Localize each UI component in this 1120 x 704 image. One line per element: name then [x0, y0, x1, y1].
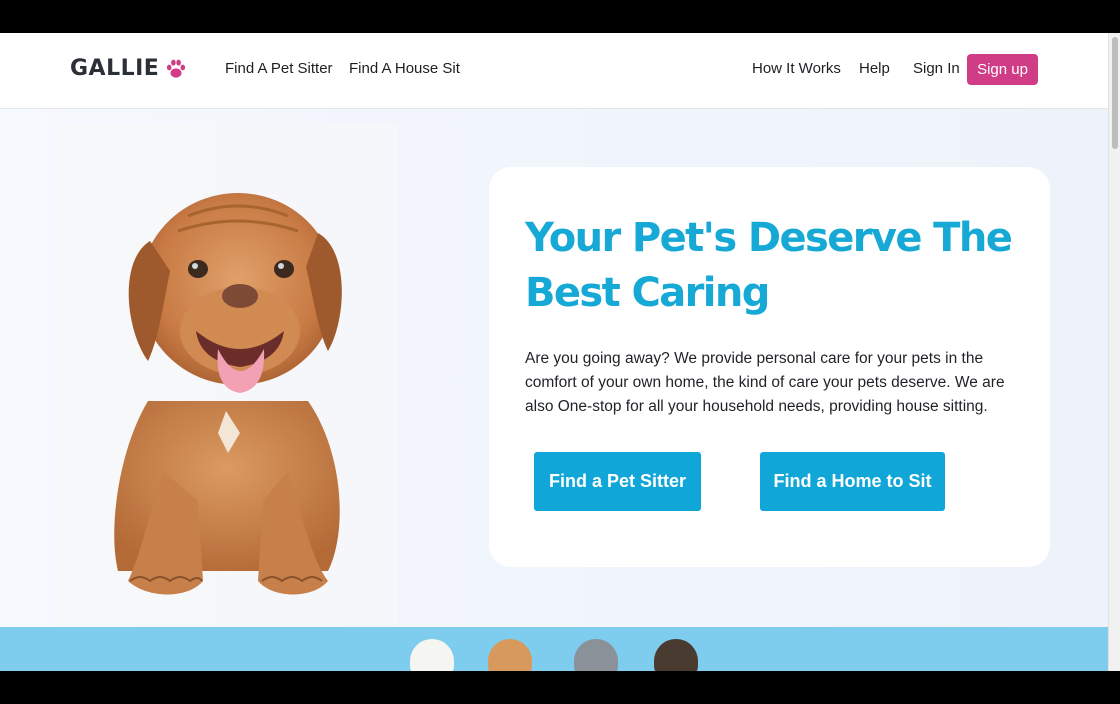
find-pet-sitter-button[interactable]: Find a Pet Sitter	[534, 452, 701, 511]
nav-sign-in[interactable]: Sign In	[913, 60, 960, 77]
find-home-to-sit-button[interactable]: Find a Home to Sit	[760, 452, 945, 511]
logo-text: GALLIE	[70, 56, 160, 81]
browser-viewport: GALLIE Find A Pet Sitter Find A House Si…	[0, 33, 1120, 671]
hero-headline: Your Pet's Deserve The Best Caring	[525, 215, 1013, 316]
pug	[654, 639, 698, 671]
logo[interactable]: GALLIE	[70, 56, 187, 81]
puppy-photo	[78, 171, 368, 607]
nav-find-house-sit[interactable]: Find A House Sit	[349, 60, 460, 77]
screen-top-bar	[0, 0, 1120, 33]
paw-icon	[165, 58, 187, 80]
white-kitten	[410, 639, 454, 671]
site-header: GALLIE Find A Pet Sitter Find A House Si…	[0, 33, 1108, 109]
nav-find-pet-sitter[interactable]: Find A Pet Sitter	[225, 60, 333, 77]
nav-help[interactable]: Help	[859, 60, 890, 77]
hero-description: Are you going away? We provide personal …	[525, 350, 1005, 415]
pomeranian-puppy	[488, 639, 532, 671]
pets-strip	[0, 627, 1108, 671]
screen-bottom-bar	[0, 671, 1120, 704]
nav-how-it-works[interactable]: How It Works	[752, 60, 841, 77]
vertical-scrollbar[interactable]	[1108, 33, 1120, 671]
scrollbar-thumb[interactable]	[1112, 37, 1118, 149]
tabby-kitten	[574, 639, 618, 671]
sign-up-button[interactable]: Sign up	[967, 54, 1038, 85]
